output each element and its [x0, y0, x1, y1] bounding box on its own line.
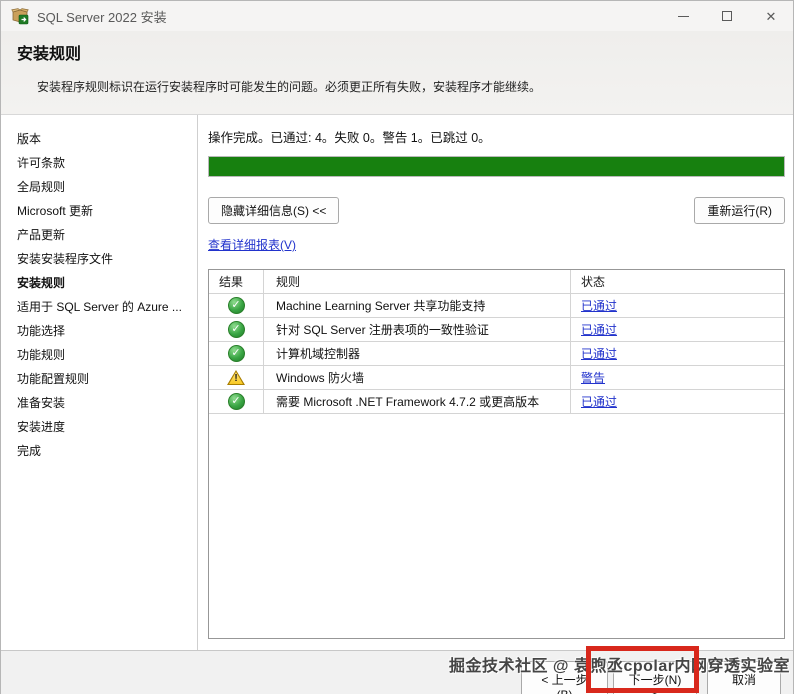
page-title: 安装规则 [17, 46, 82, 63]
sidebar-item-install-progress: 安装进度 [17, 420, 66, 434]
rules-table: 结果 规则 状态 ✓ Machine Learning Server 共享功能支… [208, 269, 785, 639]
sidebar-item-azure: 适用于 SQL Server 的 Azure ... [17, 300, 182, 314]
sidebar-item-ready-to-install: 准备安装 [17, 396, 66, 410]
col-header-result: 结果 [209, 270, 264, 293]
rule-name: 针对 SQL Server 注册表项的一致性验证 [264, 318, 571, 341]
result-pass-icon: ✓ [227, 297, 245, 314]
title-bar: SQL Server 2022 安装 ✕ [1, 1, 793, 31]
sidebar-item-install-rules: 安装规则 [17, 276, 66, 290]
rules-table-header: 结果 规则 状态 [209, 270, 784, 294]
maximize-icon [722, 11, 732, 21]
progress-bar [208, 156, 785, 177]
report-link-row: 查看详细报表(V) [208, 236, 785, 253]
annotation-highlight-box [586, 646, 699, 693]
sidebar-item-complete: 完成 [17, 444, 42, 458]
rule-name: Windows 防火墙 [264, 366, 571, 389]
hide-details-button[interactable]: 隐藏详细信息(S) << [208, 197, 340, 224]
operation-status-text: 操作完成。已通过: 4。失败 0。警告 1。已跳过 0。 [208, 131, 491, 145]
sidebar-item-feature-selection: 功能选择 [17, 324, 66, 338]
sidebar-item-microsoft-update: Microsoft 更新 [17, 204, 94, 218]
minimize-button[interactable] [661, 1, 705, 31]
rule-name: 需要 Microsoft .NET Framework 4.7.2 或更高版本 [264, 390, 571, 413]
table-row: ✓ 计算机域控制器 已通过 [209, 342, 784, 366]
maximize-button[interactable] [705, 1, 749, 31]
close-icon: ✕ [765, 8, 777, 24]
rule-status-link[interactable]: 警告 [581, 369, 605, 386]
sidebar-item-product-update: 产品更新 [17, 228, 66, 242]
result-pass-icon: ✓ [227, 345, 245, 362]
rule-status-link[interactable]: 已通过 [581, 393, 617, 410]
rule-status-link[interactable]: 已通过 [581, 321, 617, 338]
sidebar-item-feature-config-rules: 功能配置规则 [17, 372, 90, 386]
table-row: ✓ 需要 Microsoft .NET Framework 4.7.2 或更高版… [209, 390, 784, 414]
table-row: ! Windows 防火墙 警告 [209, 366, 784, 390]
page-header: 安装规则 安装程序规则标识在运行安装程序时可能发生的问题。必须更正所有失败，安装… [1, 31, 793, 115]
rule-name: Machine Learning Server 共享功能支持 [264, 294, 571, 317]
rule-status-link[interactable]: 已通过 [581, 345, 617, 362]
result-warning-icon: ! [227, 370, 245, 385]
detail-actions-row: 隐藏详细信息(S) << 重新运行(R) [208, 197, 785, 224]
window-title: SQL Server 2022 安装 [37, 9, 167, 25]
rerun-button[interactable]: 重新运行(R) [694, 197, 785, 224]
sidebar-item-license: 许可条款 [17, 156, 66, 170]
minimize-icon [677, 15, 689, 17]
sidebar-item-feature-rules: 功能规则 [17, 348, 66, 362]
wizard-body: 版本 许可条款 全局规则 Microsoft 更新 产品更新 安装安装程序文件 … [1, 115, 793, 651]
sidebar-item-global-rules: 全局规则 [17, 180, 66, 194]
rule-name: 计算机域控制器 [264, 342, 571, 365]
col-header-rule: 规则 [264, 270, 571, 293]
sidebar-item-install-setup-files: 安装安装程序文件 [17, 252, 114, 266]
result-pass-icon: ✓ [227, 393, 245, 410]
sql-server-setup-icon [11, 7, 29, 25]
main-content: 操作完成。已通过: 4。失败 0。警告 1。已跳过 0。 隐藏详细信息(S) <… [198, 115, 793, 651]
rule-status-link[interactable]: 已通过 [581, 297, 617, 314]
col-header-status: 状态 [581, 275, 606, 289]
installer-window: SQL Server 2022 安装 ✕ 安装规则 安装程序规则标识在运行安装程… [0, 0, 794, 694]
view-detailed-report-link[interactable]: 查看详细报表(V) [208, 238, 296, 252]
sidebar-item-version: 版本 [17, 132, 42, 146]
step-sidebar: 版本 许可条款 全局规则 Microsoft 更新 产品更新 安装安装程序文件 … [1, 115, 198, 651]
close-button[interactable]: ✕ [749, 1, 793, 31]
table-row: ✓ 针对 SQL Server 注册表项的一致性验证 已通过 [209, 318, 784, 342]
page-description: 安装程序规则标识在运行安装程序时可能发生的问题。必须更正所有失败，安装程序才能继… [37, 80, 542, 94]
table-row: ✓ Machine Learning Server 共享功能支持 已通过 [209, 294, 784, 318]
window-controls: ✕ [661, 1, 793, 31]
progress-fill [209, 157, 784, 176]
result-pass-icon: ✓ [227, 321, 245, 338]
